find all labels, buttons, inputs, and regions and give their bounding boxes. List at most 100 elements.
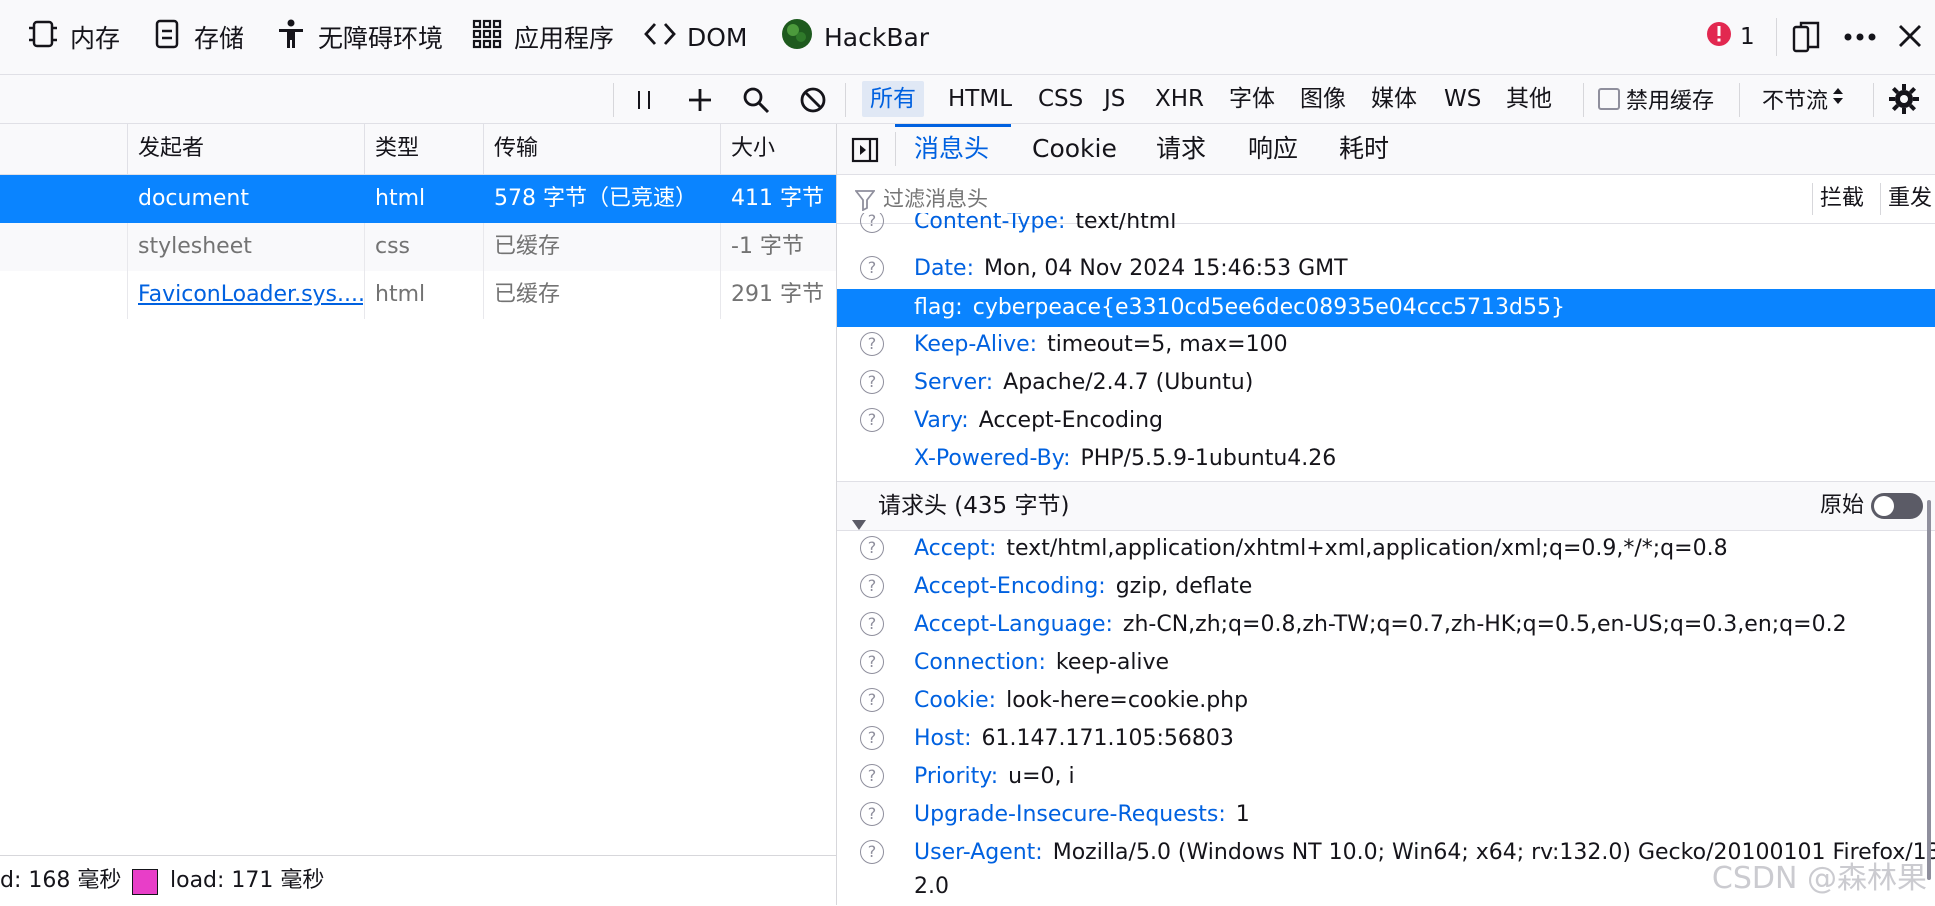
header-row[interactable]: ? Accept: text/html,application/xhtml+xml… [837, 530, 1935, 568]
cell-initiator-link[interactable]: FaviconLoader.sys.... [128, 271, 363, 319]
column-divider [364, 223, 365, 319]
column-header-type[interactable]: 类型 [365, 124, 419, 174]
search-button[interactable] [742, 86, 770, 118]
divider [1873, 83, 1874, 117]
tab-accessibility[interactable]: 无障碍环境 [274, 17, 443, 57]
header-value: u=0, i [1008, 764, 1075, 789]
help-icon[interactable]: ? [860, 612, 884, 636]
column-header-initiator[interactable]: 发起者 [128, 124, 204, 174]
sidebar-toggle-icon [851, 137, 879, 167]
help-icon[interactable]: ? [860, 688, 884, 712]
load-color-swatch [132, 869, 158, 895]
error-count-button[interactable]: 1 [1706, 21, 1755, 53]
header-row[interactable]: ? Cookie: look-here=cookie.php [837, 682, 1935, 720]
help-icon[interactable]: ? [860, 802, 884, 826]
tab-request[interactable]: 请求 [1156, 124, 1206, 174]
tab-response[interactable]: 响应 [1248, 124, 1298, 174]
header-row[interactable]: ? Keep-Alive: timeout=5, max=100 [837, 326, 1935, 364]
updown-arrows-icon [1832, 86, 1844, 112]
new-request-button[interactable] [686, 86, 714, 118]
filter-xhr[interactable]: XHR [1147, 81, 1212, 117]
filter-all[interactable]: 所有 [862, 81, 924, 117]
tab-application[interactable]: 应用程序 [470, 17, 614, 57]
more-options-button[interactable] [1842, 20, 1878, 58]
filter-js[interactable]: JS [1096, 81, 1133, 117]
header-row[interactable]: ? Date: Mon, 04 Nov 2024 15:46:53 GMT [837, 250, 1935, 288]
divider [1880, 183, 1881, 215]
header-name: User-Agent: [914, 840, 1043, 865]
help-icon[interactable]: ? [860, 840, 884, 864]
tab-memory[interactable]: 内存 [26, 17, 120, 57]
header-row-selected[interactable]: flag: cyberpeace{e3310cd5ee6dec08935e04cc… [837, 289, 1935, 327]
divider [1739, 83, 1740, 117]
network-settings-button[interactable] [1888, 83, 1920, 119]
header-row[interactable]: ? Content-Type: text/html [837, 213, 1935, 241]
column-header-size[interactable]: 大小 [721, 124, 775, 174]
cell-initiator: stylesheet [138, 234, 252, 259]
header-value-wrap: 2.0 [914, 874, 949, 899]
header-row[interactable]: ? Server: Apache/2.4.7 (Ubuntu) [837, 364, 1935, 402]
header-row[interactable]: ? Vary: Accept-Encoding [837, 402, 1935, 440]
filter-images[interactable]: 图像 [1292, 81, 1354, 117]
filter-css[interactable]: CSS [1030, 81, 1091, 117]
column-header-transfer[interactable]: 传输 [484, 124, 538, 174]
filter-other[interactable]: 其他 [1498, 81, 1560, 117]
tab-timings[interactable]: 耗时 [1339, 124, 1389, 174]
help-icon[interactable]: ? [860, 256, 884, 280]
request-list-header: 发起者 类型 传输 大小 [0, 124, 836, 175]
header-row[interactable]: ? Upgrade-Insecure-Requests: 1 [837, 796, 1935, 834]
table-row[interactable]: document html 578 字节（已竞速） 411 字节 [0, 175, 836, 223]
disable-cache-toggle[interactable]: 禁用缓存 [1598, 81, 1714, 117]
header-row[interactable]: X-Powered-By: PHP/5.5.9-1ubuntu4.26 [837, 440, 1935, 478]
filter-html[interactable]: HTML [940, 81, 1020, 117]
close-devtools-button[interactable] [1896, 22, 1924, 54]
request-headers-section-header[interactable]: 请求头 (435 字节) 原始 [837, 481, 1935, 531]
pause-icon [632, 91, 656, 117]
table-row[interactable]: FaviconLoader.sys.... html 已缓存 291 字节 [0, 271, 836, 319]
cell-type: html [375, 282, 426, 307]
tab-hackbar[interactable]: HackBar [780, 17, 929, 57]
filter-fonts[interactable]: 字体 [1221, 81, 1283, 117]
header-row[interactable]: ? Accept-Encoding: gzip, deflate [837, 568, 1935, 606]
throttle-select[interactable]: 不节流 [1762, 81, 1844, 117]
divider [845, 83, 846, 117]
header-row[interactable]: ? Connection: keep-alive [837, 644, 1935, 682]
tab-headers[interactable]: 消息头 [914, 124, 989, 174]
help-icon[interactable]: ? [860, 332, 884, 356]
header-name: Accept: [914, 536, 997, 561]
header-row[interactable]: ? Host: 61.147.171.105:56803 [837, 720, 1935, 758]
error-icon [1706, 21, 1732, 53]
pause-button[interactable] [632, 87, 656, 117]
headers-filter-input[interactable] [881, 183, 1585, 217]
filter-media[interactable]: 媒体 [1363, 81, 1425, 117]
responsive-design-button[interactable] [1790, 20, 1822, 58]
tab-application-label: 应用程序 [514, 24, 615, 53]
block-requests-button[interactable] [799, 86, 827, 118]
help-icon[interactable]: ? [860, 370, 884, 394]
help-icon[interactable]: ? [860, 726, 884, 750]
help-icon[interactable]: ? [860, 650, 884, 674]
tab-cookie[interactable]: Cookie [1032, 124, 1117, 174]
header-row[interactable]: ? Accept-Language: zh-CN,zh;q=0.8,zh-TW;q… [837, 606, 1935, 644]
table-row[interactable]: stylesheet css 已缓存 -1 字节 [0, 223, 836, 271]
toggle-sidebar-button[interactable] [851, 137, 879, 167]
filter-ws[interactable]: WS [1436, 81, 1489, 117]
accessibility-icon [274, 17, 318, 57]
header-value: Mon, 04 Nov 2024 15:46:53 GMT [984, 256, 1348, 281]
header-name: Cookie: [914, 688, 997, 713]
raw-toggle-switch[interactable] [1871, 493, 1923, 519]
header-row[interactable]: ? Priority: u=0, i [837, 758, 1935, 796]
scrollbar-thumb[interactable] [1927, 500, 1931, 880]
help-icon[interactable]: ? [860, 536, 884, 560]
tab-dom[interactable]: DOM [643, 17, 748, 57]
help-icon[interactable]: ? [860, 408, 884, 432]
divider [1812, 183, 1813, 215]
header-name: Vary: [914, 408, 969, 433]
help-icon[interactable]: ? [860, 213, 884, 233]
cell-type: css [375, 234, 411, 259]
raw-toggle-label: 原始 [1820, 493, 1865, 518]
tab-storage[interactable]: 存储 [150, 17, 244, 57]
disable-cache-checkbox[interactable] [1598, 88, 1620, 110]
help-icon[interactable]: ? [860, 764, 884, 788]
help-icon[interactable]: ? [860, 574, 884, 598]
